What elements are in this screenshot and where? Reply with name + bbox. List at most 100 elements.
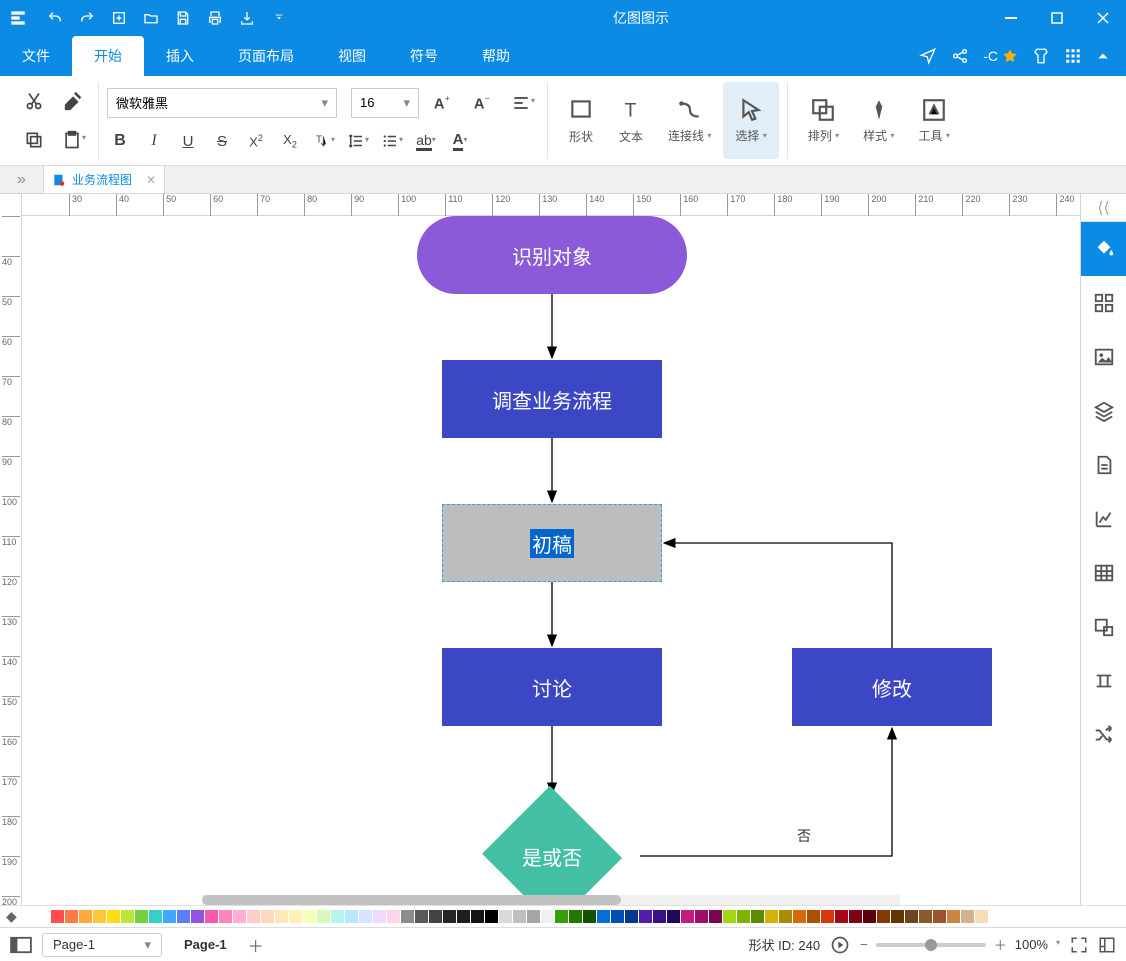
new-button[interactable] — [104, 3, 134, 33]
color-swatch[interactable] — [65, 910, 78, 923]
color-swatch[interactable] — [849, 910, 862, 923]
subscript-button[interactable]: X2 — [277, 128, 303, 154]
color-swatch[interactable] — [415, 910, 428, 923]
bold-button[interactable]: B — [107, 128, 133, 154]
strikethrough-button[interactable]: S — [209, 128, 235, 154]
color-swatch[interactable] — [219, 910, 232, 923]
color-swatch[interactable] — [485, 910, 498, 923]
fill-panel-button[interactable] — [1081, 222, 1126, 276]
fit-page-button[interactable] — [1070, 936, 1088, 954]
color-swatch[interactable] — [527, 910, 540, 923]
color-swatch[interactable] — [625, 910, 638, 923]
color-swatch[interactable] — [163, 910, 176, 923]
zoom-out-button[interactable]: − — [860, 937, 868, 952]
close-button[interactable] — [1080, 0, 1126, 36]
flowchart-terminator-node[interactable]: 识别对象 — [417, 216, 687, 294]
color-swatch[interactable] — [863, 910, 876, 923]
color-swatch[interactable] — [233, 910, 246, 923]
color-swatch[interactable] — [51, 910, 64, 923]
color-swatch[interactable] — [513, 910, 526, 923]
color-swatch[interactable] — [275, 910, 288, 923]
color-swatch[interactable] — [793, 910, 806, 923]
presentation-button[interactable] — [830, 935, 850, 955]
color-swatch[interactable] — [261, 910, 274, 923]
color-swatch[interactable] — [723, 910, 736, 923]
vertical-ruler[interactable]: 4050607080901001101201301401501601701801… — [0, 194, 22, 905]
horizontal-scrollbar[interactable] — [202, 895, 900, 905]
color-swatch[interactable] — [709, 910, 722, 923]
color-swatch[interactable] — [737, 910, 750, 923]
color-swatch[interactable] — [583, 910, 596, 923]
color-swatch[interactable] — [331, 910, 344, 923]
print-button[interactable] — [200, 3, 230, 33]
color-swatch[interactable] — [695, 910, 708, 923]
decrease-font-button[interactable]: A− — [467, 87, 499, 119]
color-swatch[interactable] — [457, 910, 470, 923]
send-icon[interactable] — [919, 47, 937, 65]
fill-color-icon[interactable]: ◆ — [6, 908, 36, 925]
tab-page-layout[interactable]: 页面布局 — [216, 36, 316, 76]
color-swatch[interactable] — [205, 910, 218, 923]
shuffle-panel-button[interactable] — [1081, 708, 1126, 762]
color-swatch[interactable] — [933, 910, 946, 923]
color-swatch[interactable] — [247, 910, 260, 923]
tab-help[interactable]: 帮助 — [460, 36, 532, 76]
flowchart-draft-node[interactable]: 初稿 — [442, 504, 662, 582]
close-tab-button[interactable]: ✕ — [146, 173, 156, 187]
color-swatch[interactable] — [597, 910, 610, 923]
color-swatch[interactable] — [779, 910, 792, 923]
table-panel-button[interactable] — [1081, 546, 1126, 600]
color-swatch[interactable] — [289, 910, 302, 923]
flowchart-process-node[interactable]: 讨论 — [442, 648, 662, 726]
zoom-slider[interactable] — [876, 943, 986, 947]
line-spacing-button[interactable]: ▾ — [345, 128, 371, 154]
clipart-panel-button[interactable] — [1081, 600, 1126, 654]
tools-button[interactable]: 工具 ▾ — [907, 82, 962, 159]
color-swatch[interactable] — [359, 910, 372, 923]
connector-tool-button[interactable]: 连接线 ▾ — [656, 82, 723, 159]
copy-button[interactable] — [18, 124, 50, 156]
color-swatch[interactable] — [555, 910, 568, 923]
tab-insert[interactable]: 插入 — [144, 36, 216, 76]
italic-button[interactable]: I — [141, 128, 167, 154]
document-tab[interactable]: 业务流程图 ✕ — [44, 166, 165, 193]
theme-icon[interactable] — [1032, 47, 1050, 65]
color-swatch[interactable] — [541, 910, 554, 923]
color-swatch[interactable] — [961, 910, 974, 923]
color-swatch[interactable] — [135, 910, 148, 923]
color-swatch[interactable] — [499, 910, 512, 923]
color-swatch[interactable] — [975, 910, 988, 923]
color-swatch[interactable] — [317, 910, 330, 923]
share-icon[interactable] — [951, 47, 969, 65]
font-color-button[interactable]: A▾ — [447, 128, 473, 154]
symbols-panel-button[interactable] — [1081, 276, 1126, 330]
zoom-in-button[interactable]: ＋ — [994, 935, 1007, 954]
color-swatch[interactable] — [765, 910, 778, 923]
color-swatch[interactable] — [681, 910, 694, 923]
collapse-ribbon-button[interactable] — [1096, 49, 1110, 63]
tabs-overflow-button[interactable]: » — [0, 166, 44, 193]
color-swatch[interactable] — [807, 910, 820, 923]
color-swatch[interactable] — [751, 910, 764, 923]
color-swatch[interactable] — [667, 910, 680, 923]
shape-tool-button[interactable]: 形状 — [556, 82, 606, 159]
text-highlight-button[interactable]: ab▾ — [413, 128, 439, 154]
drawing-canvas[interactable]: 识别对象调查业务流程初稿讨论修改是或否否 — [22, 216, 1080, 905]
minimize-button[interactable] — [988, 0, 1034, 36]
color-swatch[interactable] — [919, 910, 932, 923]
layers-panel-button[interactable] — [1081, 384, 1126, 438]
bullet-list-button[interactable]: ▾ — [379, 128, 405, 154]
color-swatch[interactable] — [345, 910, 358, 923]
text-tool-button[interactable]: T 文本 — [606, 82, 656, 159]
arrange-button[interactable]: 排列 ▾ — [796, 82, 851, 159]
color-swatch[interactable] — [639, 910, 652, 923]
color-swatch[interactable] — [429, 910, 442, 923]
color-swatch[interactable] — [177, 910, 190, 923]
color-swatch[interactable] — [373, 910, 386, 923]
style-button[interactable]: 样式 ▾ — [851, 82, 906, 159]
page-panel-button[interactable] — [1081, 438, 1126, 492]
text-direction-button[interactable]: T▾ — [311, 128, 337, 154]
tab-file[interactable]: 文件 — [0, 36, 72, 76]
sidepanel-collapse-button[interactable]: ⟨⟨ — [1081, 194, 1126, 222]
page-selector[interactable]: Page-1▾ — [42, 933, 162, 957]
